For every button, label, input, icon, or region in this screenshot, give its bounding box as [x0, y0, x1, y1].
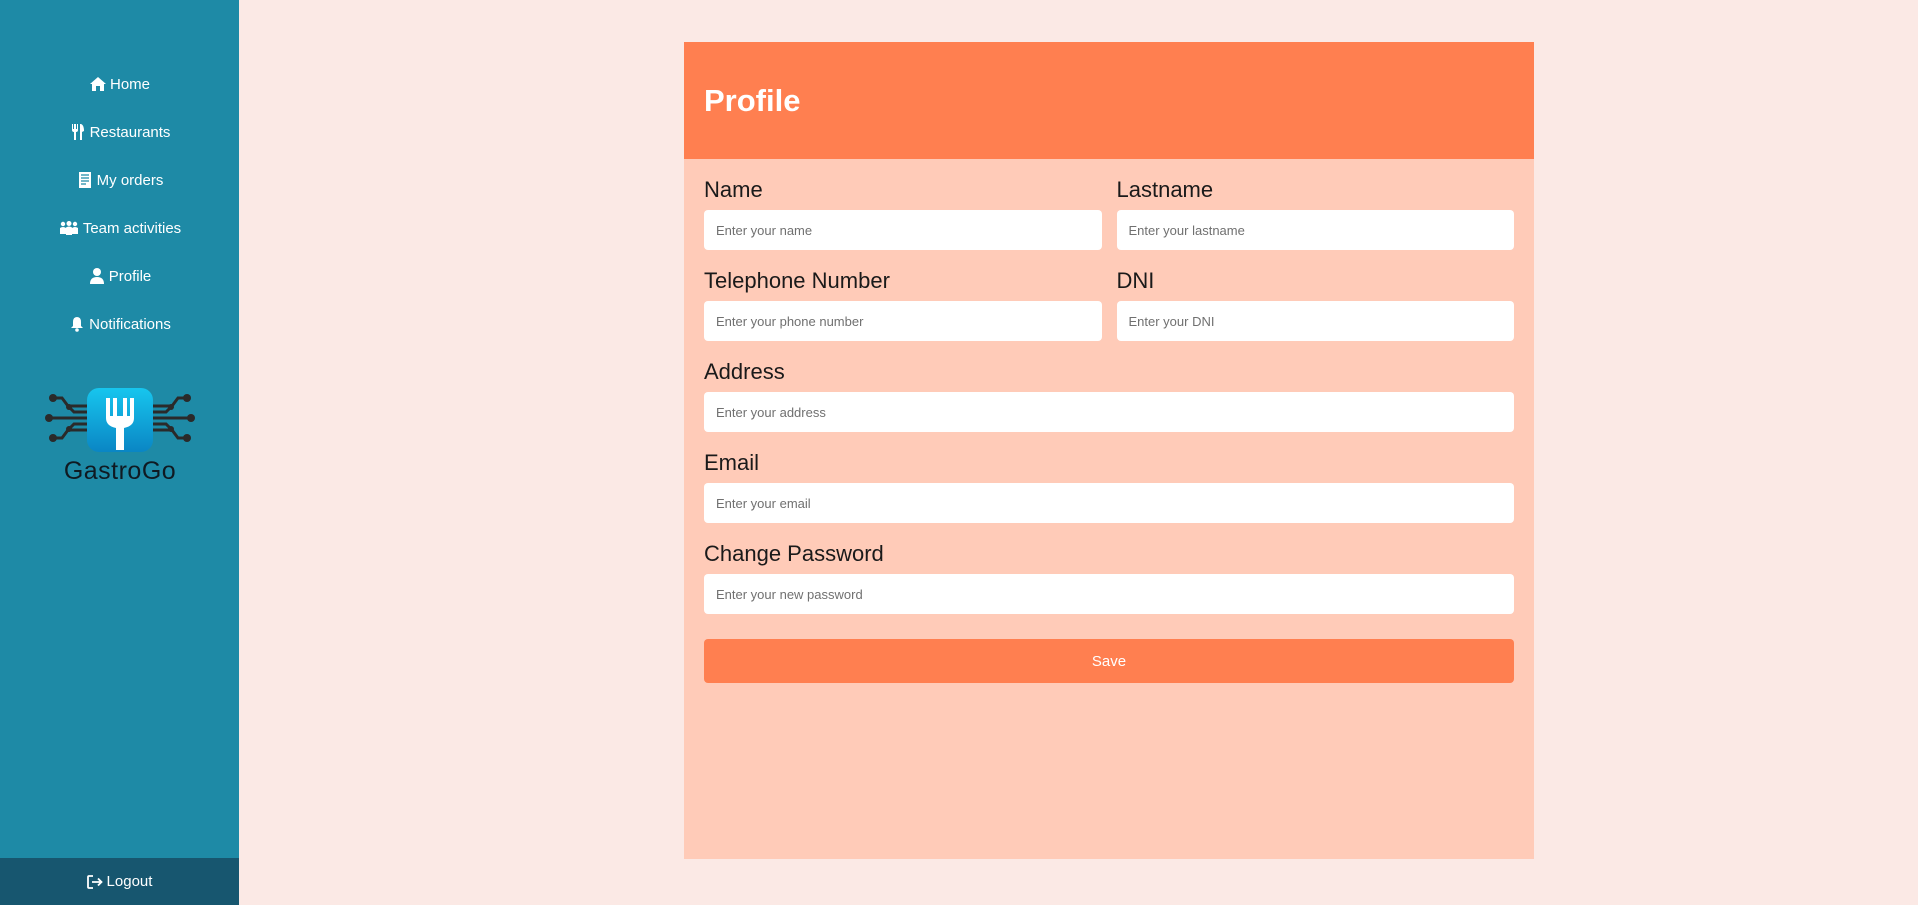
sidebar-nav: Home Restaurants My orders Team activiti…: [0, 60, 239, 348]
phone-dni-row: Telephone Number DNI: [704, 250, 1514, 341]
email-group: Email: [704, 432, 1514, 523]
phone-group: Telephone Number: [704, 250, 1102, 341]
sign-out-icon: [86, 874, 103, 889]
logout-label: Logout: [106, 873, 153, 890]
email-label: Email: [704, 450, 760, 475]
phone-label: Telephone Number: [704, 268, 890, 293]
password-label: Change Password: [704, 541, 884, 566]
profile-form: Name Lastname Telephone Number DNI Addre…: [704, 159, 1514, 683]
logout-button[interactable]: Logout: [0, 858, 239, 905]
phone-input[interactable]: [704, 301, 1102, 341]
sidebar-item-profile[interactable]: Profile: [0, 252, 239, 300]
password-group: Change Password: [704, 523, 1514, 614]
brand-name: GastroGo: [63, 457, 177, 485]
lastname-label: Lastname: [1116, 177, 1214, 202]
sidebar-item-label: Home: [109, 75, 150, 93]
dni-group: DNI: [1116, 250, 1514, 341]
sidebar-item-label: My orders: [96, 171, 164, 189]
address-group: Address: [704, 341, 1514, 432]
sidebar-item-home[interactable]: Home: [0, 60, 239, 108]
home-icon: [89, 76, 107, 92]
email-row: Email: [704, 432, 1514, 523]
name-input[interactable]: [704, 210, 1102, 250]
dni-input[interactable]: [1116, 301, 1514, 341]
name-label: Name: [704, 177, 763, 202]
page-title: Profile: [704, 82, 801, 118]
sidebar-item-team-activities[interactable]: Team activities: [0, 204, 239, 252]
dni-label: DNI: [1116, 268, 1155, 293]
sidebar-item-label: Team activities: [82, 219, 182, 237]
address-label: Address: [704, 359, 785, 384]
brand-logo: GastroGo: [44, 384, 196, 494]
email-input[interactable]: [704, 483, 1514, 523]
sidebar-item-label: Restaurants: [89, 123, 171, 141]
sidebar-item-notifications[interactable]: Notifications: [0, 300, 239, 348]
name-row: Name Lastname: [704, 159, 1514, 250]
utensils-icon: [69, 124, 87, 140]
sidebar-item-restaurants[interactable]: Restaurants: [0, 108, 239, 156]
password-input[interactable]: [704, 574, 1514, 614]
address-row: Address: [704, 341, 1514, 432]
lastname-input[interactable]: [1116, 210, 1514, 250]
save-button[interactable]: Save: [704, 639, 1514, 683]
sidebar-item-label: Profile: [108, 267, 152, 285]
profile-card: Profile Name Lastname Telephone Number D…: [684, 42, 1534, 859]
address-input[interactable]: [704, 392, 1514, 432]
receipt-icon: [76, 172, 94, 188]
name-group: Name: [704, 159, 1102, 250]
profile-header: Profile: [684, 42, 1534, 159]
lastname-group: Lastname: [1116, 159, 1514, 250]
people-group-icon: [58, 220, 80, 236]
bell-icon: [68, 316, 86, 332]
sidebar-item-my-orders[interactable]: My orders: [0, 156, 239, 204]
sidebar: Home Restaurants My orders Team activiti…: [0, 0, 239, 905]
user-icon: [88, 268, 106, 284]
sidebar-item-label: Notifications: [89, 315, 171, 333]
fork-chip-icon: [45, 388, 195, 452]
password-row: Change Password: [704, 523, 1514, 614]
